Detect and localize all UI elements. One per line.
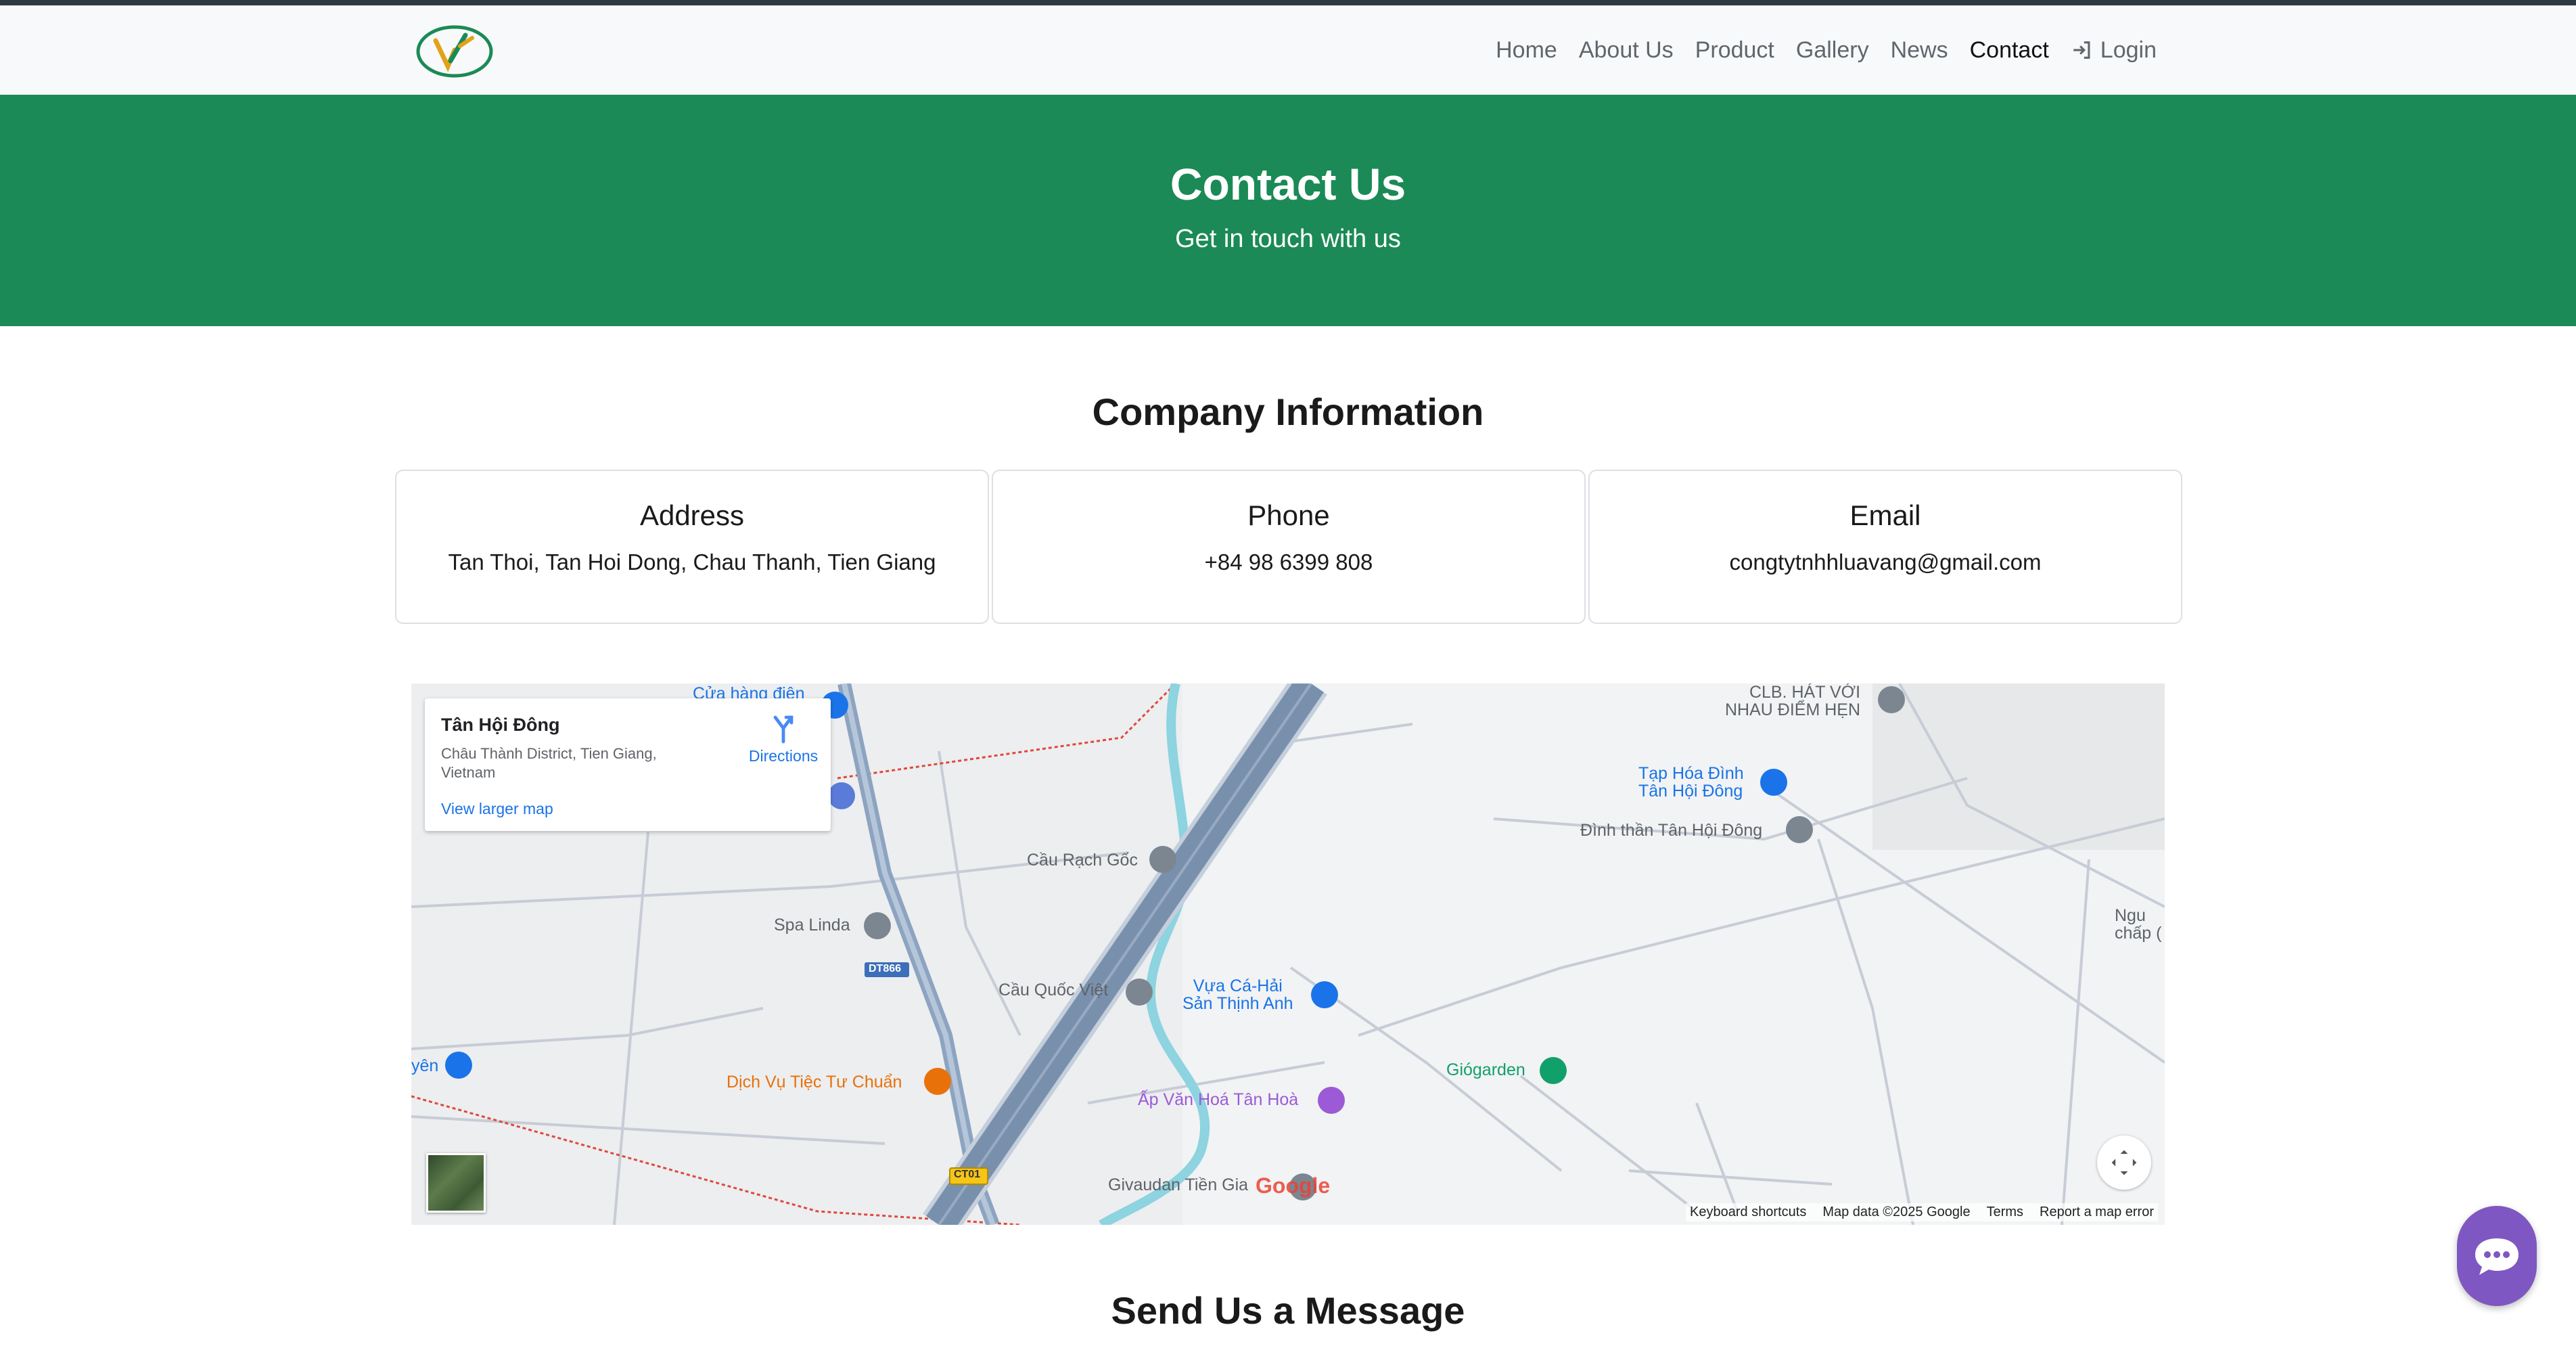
nav-news[interactable]: News [1891,37,1948,64]
map-label-giogarden: Giógarden [1446,1060,1525,1079]
map-label-dich-vu: Dịch Vụ Tiệc Tư Chuẩn [727,1073,902,1092]
directions-label: Directions [748,747,819,765]
map-footer: Keyboard shortcuts Map data ©2025 Google… [1686,1203,2158,1221]
address-value: Tan Thoi, Tan Hoi Dong, Chau Thanh, Tien… [448,549,936,575]
terms-link[interactable]: Terms [1987,1205,2023,1220]
google-map[interactable]: Cửa hàng điện CLB. HÁT VỚI NHAU ĐIỂM HẸN… [411,683,2165,1225]
nav-about-us[interactable]: About Us [1579,37,1674,64]
map-label-vua-ca: Vựa Cá-Hải Sản Thịnh Anh [1182,976,1293,1014]
google-logo: Google [1256,1173,1331,1198]
map-label-clb: CLB. HÁT VỚI NHAU ĐIỂM HẸN [1725,683,1861,720]
place-info-card: Tân Hội Đông Châu Thành District, Tien G… [425,698,831,831]
company-info-title: Company Information [1092,390,1484,433]
keyboard-shortcuts-link[interactable]: Keyboard shortcuts [1690,1205,1806,1220]
company-info-cards: Address Tan Thoi, Tan Hoi Dong, Chau Tha… [395,470,2182,624]
fullscreen-icon [2111,1150,2137,1175]
place-address: Châu Thành District, Tien Giang, Vietnam [441,745,657,781]
nav-login[interactable]: Login [2071,37,2157,64]
top-accent-bar [0,0,2576,5]
map-label-givaudan: Givaudan Tiền Gia [1108,1175,1249,1194]
login-label: Login [2100,37,2157,63]
nav-product[interactable]: Product [1695,37,1774,64]
send-message-title: Send Us a Message [1111,1289,1465,1332]
satellite-toggle-button[interactable] [426,1153,486,1213]
view-larger-map-link[interactable]: View larger map [441,800,553,818]
nav-home[interactable]: Home [1496,37,1557,64]
phone-value[interactable]: +84 98 6399 808 [993,549,1584,575]
phone-title: Phone [1247,499,1330,531]
navbar: Home About Us Product Gallery News Conta… [0,5,2576,95]
email-title: Email [1849,499,1921,531]
place-name: Tân Hội Đông [441,715,560,735]
map-label-dinh-than: Đình thần Tân Hội Đông [1580,821,1763,840]
main-nav: Home About Us Product Gallery News Conta… [1496,5,2157,95]
address-card: Address Tan Thoi, Tan Hoi Dong, Chau Tha… [395,470,989,624]
fullscreen-button[interactable] [2097,1136,2151,1190]
phone-card: Phone +84 98 6399 808 [992,470,1586,624]
chat-widget-button[interactable] [2457,1206,2537,1306]
map-label-ngu: Ngu chấp ( [2115,906,2162,943]
map-label-ap-van-hoa: Ấp Văn Hoá Tân Hoà [1138,1090,1299,1109]
map-label-cau-quoc-viet: Cầu Quốc Việt [998,981,1109,999]
page-title: Contact Us [1170,159,1406,209]
report-error-link[interactable]: Report a map error [2040,1205,2154,1220]
nav-contact[interactable]: Contact [1970,37,2049,64]
map-label-spa-linda: Spa Linda [774,916,850,935]
map-label-dt866: DT866 [869,963,902,974]
email-card: Email congtytnhhluavang@gmail.com [1588,470,2182,624]
map-label-tap-hoa: Tạp Hóa Đình Tân Hội Đông [1638,764,1744,801]
map-label-yen: yên [411,1056,439,1075]
login-icon [2073,41,2090,59]
directions-button[interactable]: Directions [743,712,824,765]
address-title: Address [639,499,745,531]
map-label-ct01: CT01 [954,1169,981,1180]
directions-icon [773,715,794,744]
hero-banner: Contact Us Get in touch with us [0,95,2576,326]
company-logo-icon[interactable] [415,23,494,80]
email-value[interactable]: congtytnhhluavang@gmail.com [1590,549,2181,575]
map-label-cau-rach-goc: Cầu Rạch Gốc [1027,851,1138,870]
chat-bubble-icon [2475,1238,2518,1275]
nav-gallery[interactable]: Gallery [1796,37,1869,64]
page-subtitle: Get in touch with us [1175,225,1401,253]
map-data-text: Map data ©2025 Google [1822,1205,1971,1219]
